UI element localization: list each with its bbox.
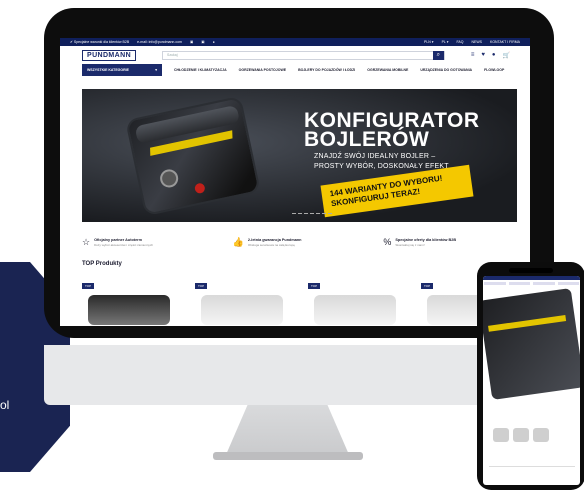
product-image [88, 295, 170, 325]
phone-footer [489, 466, 575, 482]
product-card[interactable]: TOP [82, 283, 183, 326]
all-categories-button[interactable]: WSZYSTKIE KATEGORIE ▾ [82, 64, 162, 76]
email-link[interactable]: e-mail: info@pundmann.com [137, 40, 182, 44]
search-icon[interactable]: ⌕ [432, 50, 444, 60]
linkedin-icon[interactable]: ▣ [201, 40, 204, 44]
cart-icon[interactable]: 🛒 [503, 52, 510, 59]
monitor-base [213, 452, 363, 460]
phone-boiler-image [483, 288, 580, 400]
nav-item-cooking[interactable]: URZĄDZENIA DO GOTOWANIA [420, 68, 472, 72]
benefit-item: % Specjalne oferty dla klientów B2B Skont… [383, 237, 457, 248]
thumbs-up-icon: 👍 [232, 237, 244, 247]
chevron-down-icon: ▾ [155, 68, 157, 72]
benefits-row: ☆ Oficjalny partner Autoterm Duży wybór a… [82, 237, 522, 248]
header-icons: ≡ ♥ ● 🛒 [471, 52, 510, 59]
top-bar: ✔ Specjalne warunki dla klientów B2B e-m… [60, 38, 530, 46]
monitor-stand [225, 405, 350, 457]
top-badge: TOP [308, 283, 321, 289]
phone-thumbnails[interactable] [493, 428, 549, 442]
phone-nav [483, 280, 580, 286]
top-products-title: TOP Produkty [82, 261, 122, 267]
compare-icon[interactable]: ≡ [471, 52, 475, 59]
top-badge: TOP [82, 283, 95, 289]
percent-icon: % [383, 237, 392, 247]
nav-item-boilers[interactable]: BOJLERY DO POJAZDÓW I ŁODZI [298, 68, 355, 72]
search-input[interactable]: Szukaj [167, 53, 178, 57]
contact-link[interactable]: KONTAKT I FIRMA [490, 40, 520, 44]
news-link[interactable]: NEWS [471, 40, 482, 44]
hero-title: KONFIGURATOR BOJLERÓW [304, 109, 480, 151]
faq-link[interactable]: FAQ [456, 40, 463, 44]
hero-subtitle: ZNAJDŹ SWÓJ IDEALNY BOJLER – PROSTY WYBÓR… [314, 153, 449, 170]
user-icon[interactable]: ● [492, 52, 496, 59]
product-card[interactable]: TOP [308, 283, 409, 326]
heart-icon[interactable]: ♥ [481, 52, 485, 59]
benefit-item: 👍 2-letnia gwarancja Pundmann Obsługa ser… [232, 237, 302, 248]
hero-cta-ribbon[interactable]: 144 WARIANTY DO WYBORU! SKONFIGURUJ TERAZ… [320, 164, 474, 218]
products-row: TOP TOP TOP TOP [82, 283, 522, 326]
country-select[interactable]: PL ▾ [442, 40, 449, 44]
phone-screen [483, 276, 580, 485]
phone-notch [509, 268, 553, 273]
promo-stage: ol ✔ Specjalne warunki dla klientów B2B … [0, 0, 584, 490]
phone-frame [477, 262, 584, 490]
facebook-icon[interactable]: ▣ [190, 40, 193, 44]
hexagon-text: ol [0, 398, 10, 412]
globe-icon[interactable]: ● [213, 40, 215, 44]
monitor-screen: ✔ Specjalne warunki dla klientów B2B e-m… [60, 38, 530, 326]
boiler-image [125, 95, 261, 217]
benefit-item: ☆ Oficjalny partner Autoterm Duży wybór a… [82, 237, 154, 248]
brand-logo[interactable]: PUNDMANN [82, 49, 137, 61]
product-image [314, 295, 396, 325]
all-categories-label: WSZYSTKIE KATEGORIE [87, 68, 129, 72]
nav-item-parking-heaters[interactable]: OGRZEWANIA POSTOJOWE [239, 68, 286, 72]
nav-item-mobile-heating[interactable]: OGRZEWANIA MOBILNE [367, 68, 408, 72]
top-badge: TOP [195, 283, 208, 289]
currency-select[interactable]: PLN ▾ [424, 40, 434, 44]
product-image [201, 295, 283, 325]
search-bar: Szukaj ⌕ [162, 50, 445, 60]
site-header: PUNDMANN Szukaj ⌕ ≡ ♥ ● 🛒 [60, 46, 530, 64]
product-card[interactable]: TOP [195, 283, 296, 326]
slider-dots[interactable] [292, 213, 332, 214]
hero-banner[interactable]: KONFIGURATOR BOJLERÓW ZNAJDŹ SWÓJ IDEALNY… [82, 89, 517, 222]
nav-item-flowloop[interactable]: FLOWLOOP [484, 68, 504, 72]
main-nav: WSZYSTKIE KATEGORIE ▾ CHŁODZENIE I KLIMA… [60, 64, 530, 76]
top-badge: TOP [421, 283, 434, 289]
nav-item-cooling[interactable]: CHŁODZENIE I KLIMATYZACJA [174, 68, 227, 72]
star-icon: ☆ [82, 237, 91, 247]
b2b-text: ✔ Specjalne warunki dla klientów B2B [70, 40, 130, 44]
